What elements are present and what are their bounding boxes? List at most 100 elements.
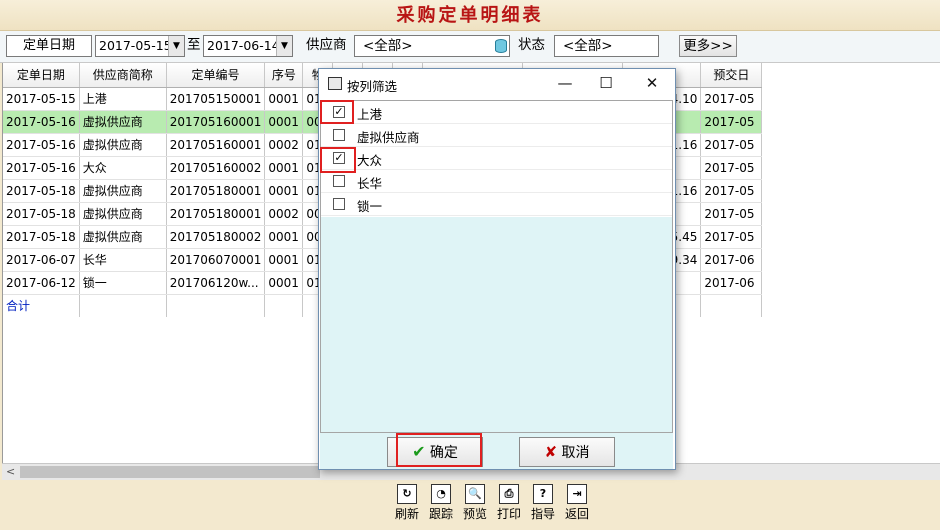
table-cell: 虚拟供应商: [79, 133, 167, 157]
toolbar-label: 返回: [564, 507, 589, 521]
table-cell: 2017-05-18: [3, 225, 80, 249]
date-field-button[interactable]: 定单日期: [6, 35, 92, 57]
table-cell: [700, 294, 763, 318]
table-cell: 201705150001: [166, 87, 266, 111]
page-title: 采购定单明细表: [396, 5, 544, 26]
ok-label: 确定: [429, 445, 458, 461]
filter-option-label: 锁一: [357, 199, 383, 214]
table-cell: 2017-05: [700, 202, 763, 226]
table-cell: 2017-06: [700, 248, 763, 272]
filter-option[interactable]: 虚拟供应商: [321, 124, 672, 147]
column-header[interactable]: 序号: [264, 63, 304, 88]
table-cell: 2017-05-16: [3, 110, 80, 134]
table-cell: 2017-05-16: [3, 133, 80, 157]
table-cell: 虚拟供应商: [79, 179, 167, 203]
filter-option-label: 上港: [357, 107, 383, 122]
help-icon: ?: [533, 484, 553, 504]
filter-option-label: 虚拟供应商: [357, 130, 420, 145]
toolbar-button[interactable]: ⎙ 打印: [494, 482, 524, 522]
column-header[interactable]: 预交日: [700, 63, 763, 88]
table-cell: 0001: [264, 271, 304, 295]
table-cell: 2017-05-15: [3, 87, 80, 111]
ok-button[interactable]: ✔ 确定: [387, 437, 483, 467]
more-button[interactable]: 更多>>: [679, 35, 737, 57]
table-cell: 长华: [79, 248, 167, 272]
database-lookup-icon[interactable]: [495, 39, 507, 53]
table-cell: 2017-05-18: [3, 202, 80, 226]
table-cell: 201705160001: [166, 110, 266, 134]
close-icon[interactable]: ✕: [639, 73, 665, 93]
filter-bar: 定单日期 2017-05-15 ▼ 至 2017-06-14 ▼ 供应商 <全部…: [0, 31, 940, 63]
column-header[interactable]: 定单编号: [166, 63, 266, 88]
table-cell: 201706120w...: [166, 271, 266, 295]
table-cell: 201705160001: [166, 133, 266, 157]
date-from-picker[interactable]: 2017-05-15 ▼: [95, 35, 185, 57]
minimize-icon[interactable]: —: [552, 73, 578, 93]
table-cell: 0002: [264, 133, 304, 157]
table-cell: 0001: [264, 87, 304, 111]
maximize-icon[interactable]: ☐: [593, 73, 619, 93]
toolbar-button[interactable]: ⇥ 返回: [562, 482, 592, 522]
checkbox[interactable]: [333, 129, 345, 141]
table-cell: 0001: [264, 110, 304, 134]
supplier-label: 供应商: [306, 37, 347, 53]
table-cell: 2017-06-07: [3, 248, 80, 272]
filter-option[interactable]: 锁一: [321, 193, 672, 216]
status-value: <全部>: [563, 38, 613, 54]
filter-value-list: ✓ 上港虚拟供应商 ✓ 大众 长华锁一: [321, 101, 672, 217]
toolbar-label: 预览: [462, 507, 487, 521]
table-cell: 201705180001: [166, 179, 266, 203]
total-label: 合计: [3, 294, 80, 318]
table-cell: [264, 294, 304, 318]
table-cell: 2017-05: [700, 225, 763, 249]
table-cell: 2017-05-16: [3, 156, 80, 180]
checkbox[interactable]: ✓: [333, 152, 345, 164]
table-cell: 0002: [264, 202, 304, 226]
preview-icon: 🔍: [465, 484, 485, 504]
table-cell: 0001: [264, 156, 304, 180]
table-cell: 2017-05-18: [3, 179, 80, 203]
checkbox[interactable]: ✓: [333, 106, 345, 118]
toolbar-button[interactable]: ◔ 跟踪: [426, 482, 456, 522]
date-to-dropdown-icon[interactable]: ▼: [276, 36, 292, 56]
table-cell: 0001: [264, 248, 304, 272]
title-banner: 采购定单明细表: [0, 0, 940, 31]
toolbar-button[interactable]: 🔍 预览: [460, 482, 490, 522]
refresh-icon: ↻: [397, 484, 417, 504]
table-cell: 2017-06: [700, 271, 763, 295]
table-cell: 201705180001: [166, 202, 266, 226]
checkbox[interactable]: [333, 198, 345, 210]
table-cell: 虚拟供应商: [79, 225, 167, 249]
scroll-thumb[interactable]: [20, 466, 320, 478]
table-cell: 虚拟供应商: [79, 110, 167, 134]
filter-option[interactable]: ✓ 上港: [321, 101, 672, 124]
bottom-toolbar: ↻ 刷新 ◔ 跟踪 🔍 预览 ⎙ 打印? 指导 ⇥ 返回: [392, 482, 602, 526]
printer-icon: ⎙: [499, 484, 519, 504]
toolbar-button[interactable]: ? 指导: [528, 482, 558, 522]
date-from-dropdown-icon[interactable]: ▼: [168, 36, 184, 56]
table-cell: 2017-05: [700, 156, 763, 180]
table-cell: 2017-05: [700, 87, 763, 111]
exit-icon: ⇥: [567, 484, 587, 504]
table-cell: [79, 294, 167, 318]
column-header[interactable]: 供应商简称: [79, 63, 167, 88]
toolbar-label: 跟踪: [428, 507, 453, 521]
status-input[interactable]: <全部>: [554, 35, 659, 57]
filter-option[interactable]: 长华: [321, 170, 672, 193]
checkbox[interactable]: [333, 175, 345, 187]
scroll-left-icon[interactable]: <: [6, 464, 15, 480]
dialog-body: ✓ 上港虚拟供应商 ✓ 大众 长华锁一: [320, 100, 673, 433]
column-header[interactable]: 定单日期: [3, 63, 80, 88]
toolbar-button[interactable]: ↻ 刷新: [392, 482, 422, 522]
cancel-label: 取消: [561, 445, 590, 461]
filter-option[interactable]: ✓ 大众: [321, 147, 672, 170]
table-cell: 201705180002: [166, 225, 266, 249]
cancel-button[interactable]: ✘ 取消: [519, 437, 615, 467]
toolbar-label: 刷新: [394, 507, 419, 521]
table-cell: 虚拟供应商: [79, 202, 167, 226]
date-to-picker[interactable]: 2017-06-14 ▼: [203, 35, 293, 57]
window-app-icon: [328, 77, 342, 90]
supplier-input[interactable]: <全部>: [354, 35, 510, 57]
supplier-value: <全部>: [363, 38, 413, 54]
dialog-title: 按列筛选: [347, 79, 398, 94]
